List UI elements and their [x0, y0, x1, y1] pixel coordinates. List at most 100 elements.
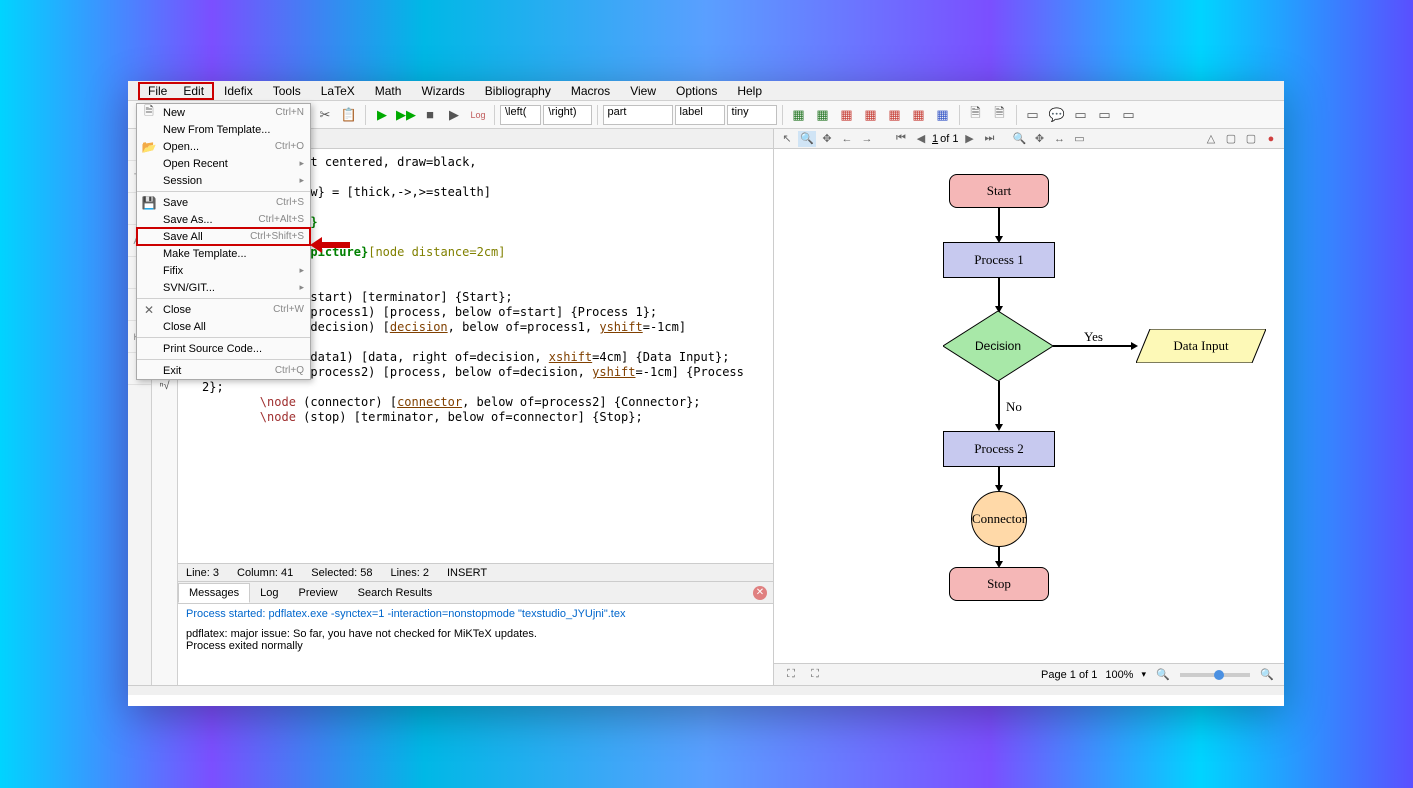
menu-tools[interactable]: Tools [263, 82, 311, 100]
last-page-icon[interactable]: ⏭ [980, 131, 998, 147]
page-icon-1[interactable]: 🗎 [965, 104, 987, 126]
file-menu-save-all[interactable]: Save AllCtrl+Shift+S [137, 228, 310, 245]
zoom-slider[interactable] [1180, 673, 1250, 677]
pdf-preview-pane: ↖ 🔍 ✥ ← → ⏮ ◀ 1 of 1 ▶ ⏭ 🔍 ✥ ↔ ▭ △ ▢ [774, 129, 1284, 685]
page-icon-2[interactable]: 🗎 [989, 104, 1011, 126]
file-edit-highlight-box: File Edit [138, 82, 214, 100]
menu-help[interactable]: Help [727, 82, 772, 100]
menu-math[interactable]: Math [365, 82, 412, 100]
menu-edit[interactable]: Edit [175, 84, 212, 98]
preview-footer: ⛶ ⛶ Page 1 of 1 100% ▾ 🔍 🔍 [774, 663, 1284, 685]
insert-icon-1[interactable]: ▭ [1022, 104, 1044, 126]
file-menu-save-as[interactable]: Save As...Ctrl+Alt+S [137, 211, 310, 228]
node-decision: Decision [943, 311, 1053, 381]
menu-wizards[interactable]: Wizards [411, 82, 474, 100]
page-of: of 1 [940, 133, 958, 145]
file-menu-new[interactable]: 🗎NewCtrl+N [137, 104, 310, 121]
tab-log[interactable]: Log [250, 584, 288, 602]
menu-bibliography[interactable]: Bibliography [475, 82, 561, 100]
node-stop: Stop [949, 567, 1049, 601]
zoom-in-icon[interactable]: 🔍 [1258, 667, 1276, 683]
size-select[interactable]: tiny [727, 105, 777, 125]
node-process-2: Process 2 [943, 431, 1055, 467]
right-bracket-select[interactable]: \right) [543, 105, 591, 125]
next-page-icon[interactable]: ▶ [960, 131, 978, 147]
cut-icon[interactable]: ✂ [314, 104, 336, 126]
file-menu-exit[interactable]: ExitCtrl+Q [137, 362, 310, 379]
app-window: File Edit Idefix Tools LaTeX Math Wizard… [128, 81, 1284, 706]
file-menu-close[interactable]: ✕CloseCtrl+W [137, 301, 310, 318]
file-menu-save[interactable]: 💾SaveCtrl+S [137, 194, 310, 211]
cursor-icon[interactable]: ↖ [778, 131, 796, 147]
table-icon-3[interactable]: ▦ [836, 104, 858, 126]
file-menu-fifix[interactable]: Fifix▸ [137, 262, 310, 279]
status-col: Column: 41 [237, 567, 293, 579]
insert-icon-3[interactable]: ▭ [1070, 104, 1092, 126]
table-icon-6[interactable]: ▦ [908, 104, 930, 126]
log-icon[interactable]: Log [467, 104, 489, 126]
first-page-icon[interactable]: ⏮ [892, 131, 910, 147]
menu-file[interactable]: File [140, 84, 175, 98]
footer-page: Page 1 of 1 [1041, 669, 1097, 681]
scroll-icon[interactable]: ✥ [818, 131, 836, 147]
tab-preview[interactable]: Preview [289, 584, 348, 602]
sync-icon[interactable]: △ [1202, 131, 1220, 147]
file-menu-open[interactable]: 📂Open...Ctrl+O [137, 138, 310, 155]
file-menu-open-recent[interactable]: Open Recent▸ [137, 155, 310, 172]
menu-latex[interactable]: LaTeX [311, 82, 365, 100]
table-icon-2[interactable]: ▦ [812, 104, 834, 126]
zoom-width-icon[interactable]: ↔ [1050, 131, 1068, 147]
zoom-cont-icon[interactable]: ▭ [1070, 131, 1088, 147]
file-menu-print-source[interactable]: Print Source Code... [137, 340, 310, 357]
insert-icon-5[interactable]: ▭ [1118, 104, 1140, 126]
build-run-icon[interactable]: ▶ [371, 104, 393, 126]
menu-macros[interactable]: Macros [561, 82, 620, 100]
status-mode: INSERT [447, 567, 487, 579]
preview-toolbar: ↖ 🔍 ✥ ← → ⏮ ◀ 1 of 1 ▶ ⏭ 🔍 ✥ ↔ ▭ △ ▢ [774, 129, 1284, 149]
left-bracket-select[interactable]: \left( [500, 105, 541, 125]
file-menu-new-template[interactable]: New From Template... [137, 121, 310, 138]
file-menu-close-all[interactable]: Close All [137, 318, 310, 335]
part-select[interactable]: part [603, 105, 673, 125]
node-process-1: Process 1 [943, 242, 1055, 278]
close-panel-icon[interactable]: ✕ [753, 586, 767, 600]
insert-icon-4[interactable]: ▭ [1094, 104, 1116, 126]
table-icon-7[interactable]: ▦ [932, 104, 954, 126]
forward-icon[interactable]: → [858, 131, 876, 147]
close-preview-icon[interactable]: ● [1262, 131, 1280, 147]
view-pdf-icon[interactable]: ▶ [443, 104, 465, 126]
zoom-actual-icon[interactable]: 🔍 [1010, 131, 1028, 147]
file-menu-make-template[interactable]: Make Template... [137, 245, 310, 262]
magnify-icon[interactable]: 🔍 [798, 131, 816, 147]
stop-icon[interactable]: ■ [419, 104, 441, 126]
tab-messages[interactable]: Messages [178, 583, 250, 603]
page-input[interactable]: 1 [932, 133, 938, 145]
zoom-out-icon[interactable]: 🔍 [1154, 667, 1172, 683]
table-icon-1[interactable]: ▦ [788, 104, 810, 126]
menu-options[interactable]: Options [666, 82, 727, 100]
paste-icon[interactable]: 📋 [338, 104, 360, 126]
status-selected: Selected: 58 [311, 567, 372, 579]
insert-icon-2[interactable]: 💬 [1046, 104, 1068, 126]
label-select[interactable]: label [675, 105, 725, 125]
fit-page-icon[interactable]: ⛶ [782, 667, 800, 683]
table-icon-4[interactable]: ▦ [860, 104, 882, 126]
tab-search-results[interactable]: Search Results [348, 584, 443, 602]
file-menu-session[interactable]: Session▸ [137, 172, 310, 189]
fit-width-icon[interactable]: ⛶ [806, 667, 824, 683]
compile-icon[interactable]: ▶▶ [395, 104, 417, 126]
config-icon[interactable]: ▢ [1222, 131, 1240, 147]
back-icon[interactable]: ← [838, 131, 856, 147]
zoom-fit-icon[interactable]: ✥ [1030, 131, 1048, 147]
prev-page-icon[interactable]: ◀ [912, 131, 930, 147]
footer-zoom: 100% [1105, 669, 1133, 681]
menu-idefix[interactable]: Idefix [214, 82, 263, 100]
msg-exit: Process exited normally [186, 640, 765, 652]
status-lines: Lines: 2 [390, 567, 429, 579]
preview-canvas[interactable]: Start Process 1 Decision Yes Data Input … [774, 149, 1284, 663]
win-icon[interactable]: ▢ [1242, 131, 1260, 147]
table-icon-5[interactable]: ▦ [884, 104, 906, 126]
menu-view[interactable]: View [620, 82, 666, 100]
file-menu-svn-git[interactable]: SVN/GIT...▸ [137, 279, 310, 296]
file-menu-dropdown: 🗎NewCtrl+N New From Template... 📂Open...… [136, 103, 311, 380]
